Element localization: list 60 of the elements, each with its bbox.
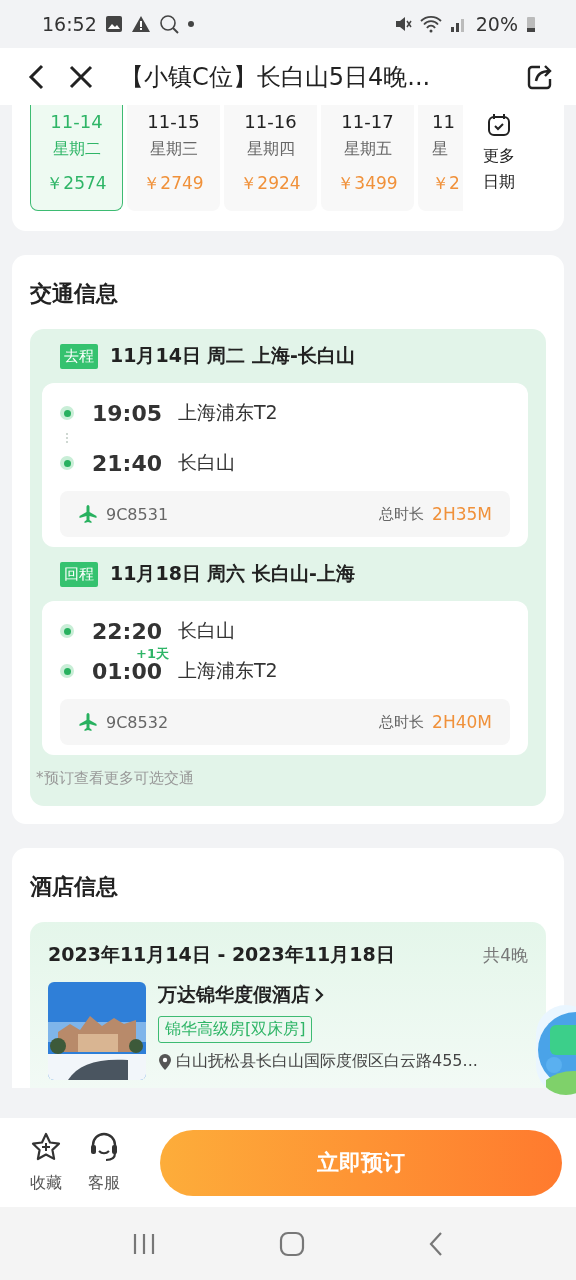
flight-duration: 2H40M — [432, 712, 492, 732]
arrival-place: 上海浦东T2 — [178, 658, 278, 683]
date-option[interactable]: 11-15 星期三 ￥2749 — [127, 105, 220, 211]
recent-apps-icon[interactable] — [131, 1231, 156, 1256]
warning-icon — [130, 15, 151, 33]
arrival-time: 21:40 — [92, 450, 164, 476]
date-option[interactable]: 11 星 ￥2 — [418, 105, 463, 211]
location-pin-icon — [158, 1052, 172, 1071]
date-option[interactable]: 11-17 星期五 ￥3499 — [321, 105, 414, 211]
hotel-address: 白山抚松县长白山国际度假区白云路455... — [176, 1051, 478, 1072]
transport-note: *预订查看更多可选交通 — [36, 769, 195, 788]
nights-count: 共4晚 — [483, 943, 528, 967]
duration-label: 总时长 — [379, 504, 425, 524]
duration-label: 总时长 — [379, 712, 425, 732]
section-title: 酒店信息 — [30, 873, 119, 901]
text-search-icon — [158, 14, 179, 34]
battery-percent: 20% — [475, 13, 518, 35]
calendar-icon[interactable] — [486, 113, 511, 137]
departure-place: 长白山 — [178, 618, 235, 643]
timeline-dot — [60, 664, 74, 678]
home-icon[interactable] — [279, 1230, 305, 1257]
timeline-dot — [60, 624, 74, 638]
section-title: 交通信息 — [30, 280, 119, 308]
leg-heading: 11月14日 周二 上海-长白山 — [110, 343, 355, 368]
leg-heading: 11月18日 周六 长白山-上海 — [110, 561, 355, 586]
departure-place: 上海浦东T2 — [178, 400, 278, 425]
departure-time: 22:20 — [92, 618, 164, 644]
plane-icon — [78, 712, 98, 732]
favorite-button[interactable]: 收藏 — [30, 1131, 62, 1194]
trip-tag: 去程 — [60, 343, 98, 369]
customer-service-button[interactable]: 客服 — [88, 1131, 120, 1194]
timeline-dot — [60, 456, 74, 470]
next-day-label: +1天 — [136, 645, 170, 661]
share-icon[interactable] — [526, 62, 554, 91]
headset-icon — [88, 1131, 120, 1163]
more-dates-link[interactable]: 更多日期 — [481, 143, 517, 195]
arrival-place: 长白山 — [178, 450, 235, 475]
plane-icon — [78, 504, 98, 524]
chevron-icon — [314, 987, 324, 1003]
battery-icon — [526, 15, 536, 33]
hotel-name[interactable]: 万达锦华度假酒店 — [158, 982, 478, 1008]
flight-duration: 2H35M — [432, 504, 492, 524]
mute-icon — [393, 15, 412, 33]
flight-number: 9C8532 — [106, 712, 170, 732]
page-title: 【小镇C位】长白山5日4晚... — [120, 61, 432, 93]
flight-card[interactable]: 22:20 长白山 +1天 01:00 上海浦东T2 9C8532 总时长 2H40M — [42, 601, 528, 755]
room-type-tag: 锦华高级房[双床房] — [158, 1016, 313, 1043]
wifi-icon — [419, 15, 442, 33]
image-icon — [104, 15, 123, 33]
star-icon — [30, 1131, 62, 1163]
departure-time: 19:05 — [92, 400, 164, 426]
flight-number: 9C8531 — [106, 504, 170, 524]
trip-tag: 回程 — [60, 561, 98, 587]
status-time: 16:52 — [42, 13, 97, 35]
flight-card[interactable]: 19:05 上海浦东T2 21:40 长白山 9C8531 总时长 2H35M — [42, 383, 528, 547]
timeline-dot — [60, 406, 74, 420]
stay-dates: 2023年11月14日 - 2023年11月18日 — [48, 942, 395, 967]
dot-icon — [186, 20, 195, 28]
date-option[interactable]: 11-16 星期四 ￥2924 — [224, 105, 317, 211]
close-icon[interactable] — [68, 63, 94, 90]
